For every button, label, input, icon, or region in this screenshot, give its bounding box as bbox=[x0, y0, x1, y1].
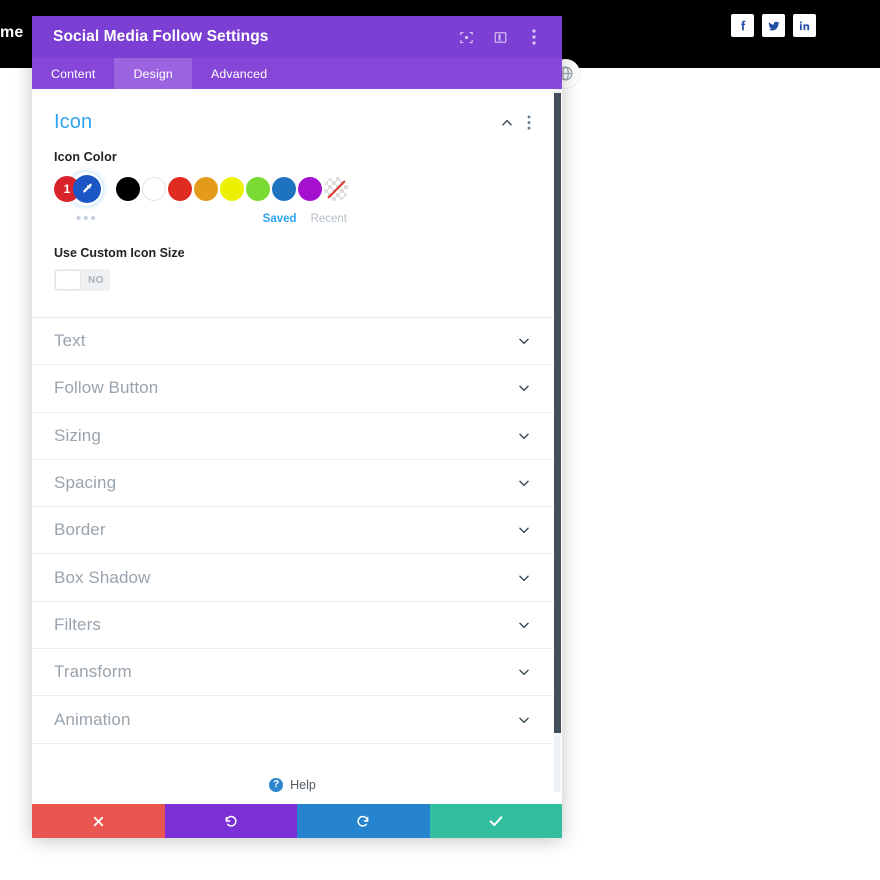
close-icon bbox=[91, 814, 106, 829]
icon-section-title: Icon bbox=[54, 111, 93, 133]
focus-target-icon[interactable] bbox=[458, 29, 474, 45]
accordion-transform[interactable]: Transform bbox=[32, 649, 553, 697]
modal-tabs: Content Design Advanced bbox=[32, 58, 562, 89]
chevron-down-icon bbox=[517, 713, 531, 727]
accordion-filters[interactable]: Filters bbox=[32, 602, 553, 650]
accordion-box-shadow[interactable]: Box Shadow bbox=[32, 554, 553, 602]
modal-header: Social Media Follow Settings bbox=[32, 16, 562, 58]
accordion-title: Follow Button bbox=[54, 378, 159, 398]
palette-tab-saved[interactable]: Saved bbox=[263, 213, 297, 225]
eyedropper-icon[interactable] bbox=[73, 175, 101, 203]
swatch-purple[interactable] bbox=[298, 177, 322, 201]
chevron-down-icon bbox=[517, 665, 531, 679]
icon-color-label: Icon Color bbox=[54, 150, 117, 164]
accordion-sizing[interactable]: Sizing bbox=[32, 413, 553, 460]
chevron-up-icon[interactable] bbox=[500, 116, 514, 130]
tab-design[interactable]: Design bbox=[114, 58, 192, 89]
accordion-title: Spacing bbox=[54, 473, 117, 493]
icon-section: Icon Icon Color 1 ••• Saved Recent Use C… bbox=[32, 89, 553, 318]
palette-meta-row: ••• Saved Recent bbox=[54, 211, 562, 227]
twitter-icon bbox=[767, 19, 781, 33]
modal-scrollbar-thumb[interactable] bbox=[554, 93, 561, 733]
toggle-knob bbox=[55, 270, 81, 290]
toggle-value: NO bbox=[88, 274, 104, 286]
icon-section-controls bbox=[500, 115, 531, 130]
help-icon: ? bbox=[269, 778, 284, 792]
palette-tab-recent[interactable]: Recent bbox=[311, 213, 347, 225]
social-link-twitter[interactable] bbox=[762, 14, 785, 37]
linkedin-icon bbox=[798, 19, 811, 32]
site-social-links bbox=[731, 14, 816, 37]
accordion-title: Border bbox=[54, 520, 106, 540]
accordion-title: Sizing bbox=[54, 425, 101, 445]
accordion-title: Filters bbox=[54, 614, 101, 634]
modal-action-bar bbox=[32, 804, 562, 838]
settings-modal: Social Media Follow Settings Content Des… bbox=[32, 16, 562, 838]
tab-advanced[interactable]: Advanced bbox=[192, 58, 286, 89]
icon-color-swatches: 1 bbox=[54, 172, 531, 206]
settings-scroll-area: Icon Icon Color 1 ••• Saved Recent Use C… bbox=[32, 89, 562, 792]
accordion-spacing[interactable]: Spacing bbox=[32, 460, 553, 508]
social-link-facebook[interactable] bbox=[731, 14, 754, 37]
help-link[interactable]: ? Help bbox=[32, 757, 553, 792]
save-button[interactable] bbox=[429, 804, 562, 838]
modal-header-actions bbox=[458, 29, 542, 45]
chevron-down-icon bbox=[517, 571, 531, 585]
swatch-green[interactable] bbox=[246, 177, 270, 201]
swatch-white[interactable] bbox=[142, 177, 166, 201]
modal-body: Icon Icon Color 1 ••• Saved Recent Use C… bbox=[32, 89, 562, 838]
more-colors-button[interactable]: ••• bbox=[76, 211, 98, 226]
custom-icon-size-toggle[interactable]: NO bbox=[54, 269, 110, 291]
help-label: Help bbox=[290, 778, 316, 792]
chevron-down-icon bbox=[517, 429, 531, 443]
swatch-red[interactable] bbox=[168, 177, 192, 201]
palette-tabs: Saved Recent bbox=[263, 213, 347, 225]
accordion-animation[interactable]: Animation bbox=[32, 696, 553, 744]
redo-button[interactable] bbox=[297, 804, 430, 838]
redo-icon bbox=[355, 813, 371, 829]
swatch-yellow[interactable] bbox=[220, 177, 244, 201]
chevron-down-icon bbox=[517, 618, 531, 632]
swatch-orange[interactable] bbox=[194, 177, 218, 201]
accordion-border[interactable]: Border bbox=[32, 507, 553, 555]
accordion-title: Text bbox=[54, 331, 86, 351]
social-link-linkedin[interactable] bbox=[793, 14, 816, 37]
accordion-title: Transform bbox=[54, 662, 132, 682]
site-brand-text: me bbox=[0, 24, 24, 41]
cancel-button[interactable] bbox=[32, 804, 165, 838]
more-vertical-icon[interactable] bbox=[526, 29, 542, 45]
accordion-title: Animation bbox=[54, 709, 131, 729]
accordion-text[interactable]: Text bbox=[32, 318, 553, 366]
undo-button[interactable] bbox=[164, 804, 297, 838]
chevron-down-icon bbox=[517, 381, 531, 395]
custom-icon-size-label: Use Custom Icon Size bbox=[54, 246, 185, 260]
accordion-title: Box Shadow bbox=[54, 567, 151, 587]
tab-content[interactable]: Content bbox=[32, 58, 114, 89]
swatch-transparent[interactable] bbox=[324, 177, 348, 201]
swatch-blue[interactable] bbox=[272, 177, 296, 201]
swatch-black[interactable] bbox=[116, 177, 140, 201]
accordion-follow-button[interactable]: Follow Button bbox=[32, 365, 553, 413]
active-color-picker[interactable]: 1 bbox=[54, 172, 110, 206]
layout-columns-icon[interactable] bbox=[492, 29, 508, 45]
facebook-icon bbox=[736, 19, 749, 32]
modal-title: Social Media Follow Settings bbox=[53, 28, 269, 45]
icon-section-header: Icon bbox=[54, 111, 531, 134]
undo-icon bbox=[223, 813, 239, 829]
check-icon bbox=[488, 813, 504, 829]
more-vertical-icon[interactable] bbox=[527, 115, 531, 130]
chevron-down-icon bbox=[517, 476, 531, 490]
modal-scrollbar[interactable] bbox=[554, 89, 561, 792]
chevron-down-icon bbox=[517, 334, 531, 348]
chevron-down-icon bbox=[517, 523, 531, 537]
